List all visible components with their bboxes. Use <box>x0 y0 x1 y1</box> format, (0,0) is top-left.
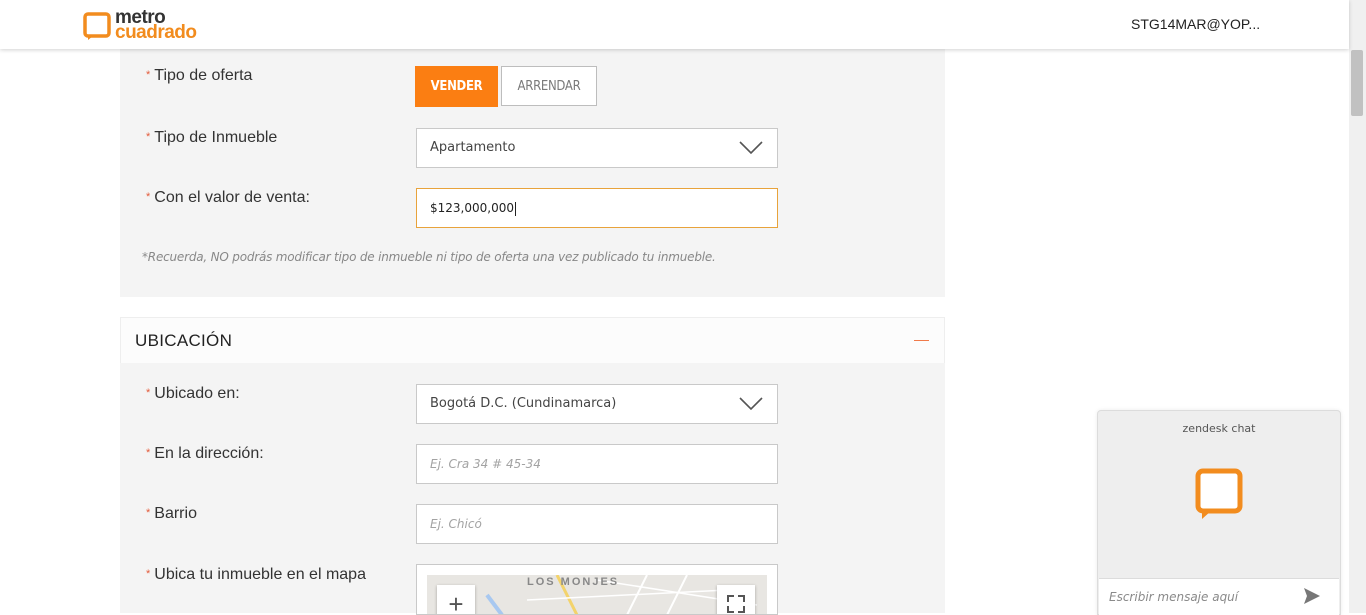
neighborhood-label: * Barrio <box>146 505 197 522</box>
neighborhood-placeholder: Ej. Chicó <box>430 517 482 531</box>
map-canvas[interactable]: LOS MONJES + <box>427 575 767 614</box>
city-value: Bogotá D.C. (Cundinamarca) <box>430 396 617 411</box>
required-mark: * <box>146 568 151 580</box>
zendesk-chat-widget[interactable]: zendesk chat Escribir mensaje aquí <box>1097 410 1341 615</box>
fullscreen-icon <box>727 595 745 613</box>
chat-title: zendesk chat <box>1182 422 1256 435</box>
fullscreen-button[interactable] <box>717 585 755 614</box>
user-email-menu[interactable]: STG14MAR@YOP... <box>1131 16 1260 32</box>
required-mark: * <box>146 69 151 81</box>
logo-text-cuadrado: cuadrado <box>115 22 197 43</box>
sale-value-text: $123,000,000 <box>430 201 516 216</box>
neighborhood-input[interactable]: Ej. Chicó <box>416 504 778 544</box>
zoom-in-button[interactable]: + <box>437 585 475 614</box>
collapse-icon[interactable] <box>914 340 929 341</box>
map-label: * Ubica tu inmueble en el mapa <box>146 566 366 583</box>
located-in-label: * Ubicado en: <box>146 385 240 402</box>
sell-button[interactable]: VENDER <box>415 66 498 107</box>
metrocuadrado-logo[interactable]: metro cuadrado <box>83 7 213 43</box>
required-mark: * <box>146 131 151 143</box>
rent-button[interactable]: ARRENDAR <box>501 66 597 106</box>
address-placeholder: Ej. Cra 34 # 45-34 <box>430 457 541 471</box>
required-mark: * <box>146 507 151 519</box>
required-mark: * <box>146 447 151 459</box>
chat-logo-icon <box>1195 468 1243 519</box>
required-mark: * <box>146 387 151 399</box>
map-place-label: LOS MONJES <box>527 576 620 588</box>
logo-icon <box>83 12 111 40</box>
chat-message-input[interactable]: Escribir mensaje aquí <box>1099 578 1339 615</box>
location-map[interactable]: LOS MONJES + <box>416 564 778 615</box>
offer-note: *Recuerda, NO podrás modificar tipo de i… <box>142 250 716 264</box>
chevron-down-icon <box>739 397 763 411</box>
property-type-select[interactable]: Apartamento <box>416 128 778 168</box>
address-input[interactable]: Ej. Cra 34 # 45-34 <box>416 444 778 484</box>
top-header: metro cuadrado STG14MAR@YOP... <box>0 0 1349 49</box>
city-select[interactable]: Bogotá D.C. (Cundinamarca) <box>416 384 778 424</box>
sale-value-label: * Con el valor de venta: <box>146 189 310 206</box>
location-section-header[interactable]: UBICACIÓN <box>120 317 945 364</box>
page-scrollbar[interactable] <box>1349 0 1366 613</box>
section-title: UBICACIÓN <box>135 331 233 350</box>
required-mark: * <box>146 191 151 203</box>
scrollbar-thumb[interactable] <box>1351 50 1363 116</box>
property-type-value: Apartamento <box>430 140 516 155</box>
sale-value-input[interactable]: $123,000,000 <box>416 188 778 228</box>
address-label: * En la dirección: <box>146 445 264 462</box>
offer-type-label: * Tipo de oferta <box>146 67 253 84</box>
property-type-label: * Tipo de Inmueble <box>146 129 278 146</box>
chat-placeholder: Escribir mensaje aquí <box>1109 590 1239 604</box>
chevron-down-icon <box>739 141 763 155</box>
send-icon[interactable] <box>1303 587 1321 605</box>
